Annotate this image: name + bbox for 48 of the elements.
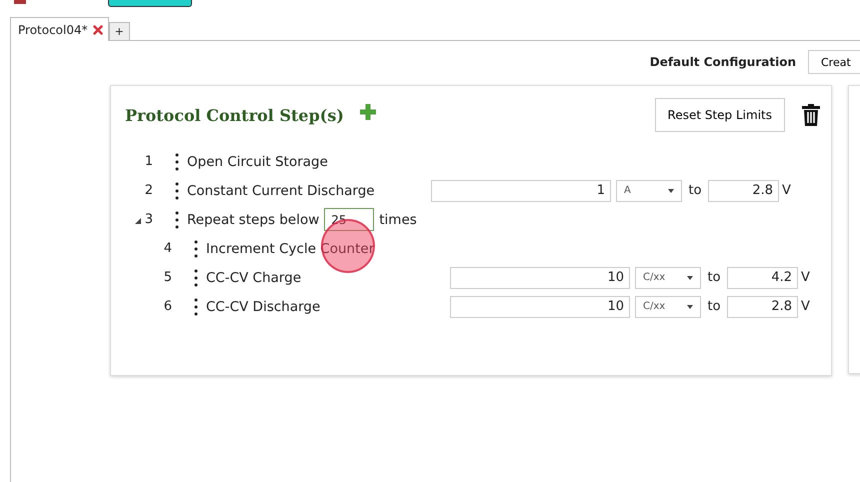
step-number: 5 bbox=[164, 270, 172, 285]
step-name: CC-CV Charge bbox=[206, 270, 302, 286]
close-icon[interactable] bbox=[92, 24, 103, 34]
unit-dropdown[interactable]: C/xx bbox=[635, 296, 701, 318]
drag-handle-icon[interactable] bbox=[175, 210, 179, 228]
unit-label: V bbox=[782, 183, 792, 198]
step-number: 1 bbox=[144, 154, 153, 169]
value-field[interactable]: 1 bbox=[431, 180, 611, 202]
to-label: to bbox=[687, 183, 703, 198]
expander-icon[interactable] bbox=[134, 218, 141, 224]
drag-handle-icon[interactable] bbox=[194, 268, 198, 286]
reset-button[interactable]: Reset Step Limits bbox=[654, 98, 785, 132]
drag-handle-icon[interactable] bbox=[194, 240, 198, 258]
unit-dropdown[interactable]: A bbox=[616, 180, 682, 202]
drag-handle-icon[interactable] bbox=[175, 182, 179, 200]
unit-label: V bbox=[801, 270, 811, 285]
drag-handle-icon[interactable] bbox=[194, 298, 198, 316]
limit-field[interactable]: 4.2 bbox=[727, 266, 798, 288]
document-tab[interactable]: + bbox=[108, 22, 130, 40]
dropdown-arrow-icon bbox=[668, 188, 674, 192]
trash-icon[interactable] bbox=[801, 103, 821, 127]
unit-label: V bbox=[801, 299, 811, 314]
step-name: Open Circuit Storage bbox=[187, 154, 328, 170]
value-field[interactable]: 10 bbox=[450, 296, 630, 318]
add-icon[interactable] bbox=[358, 102, 378, 122]
create-button[interactable]: Creat bbox=[808, 50, 860, 74]
step-name: Constant Current Discharge bbox=[187, 182, 375, 198]
to-label: to bbox=[706, 299, 722, 314]
dropdown-arrow-icon bbox=[687, 304, 693, 308]
dropdown-arrow-icon bbox=[687, 276, 693, 280]
toolbar-button[interactable] bbox=[108, 0, 192, 7]
limit-field[interactable]: 2.8 bbox=[727, 296, 798, 318]
step-name: Repeat steps below bbox=[187, 212, 320, 228]
value-field[interactable]: 10 bbox=[450, 266, 630, 288]
step-name: CC-CV Discharge bbox=[206, 298, 320, 314]
panel-title: Protocol Control Step(s) bbox=[125, 106, 344, 124]
step-number: 2 bbox=[144, 183, 153, 198]
step-name: Increment Cycle Counter bbox=[206, 240, 374, 256]
limit-field[interactable]: 2.8 bbox=[708, 180, 779, 202]
step-number: 6 bbox=[164, 299, 172, 314]
step-number: 4 bbox=[164, 241, 172, 256]
unit-dropdown[interactable]: C/xx bbox=[635, 266, 701, 288]
to-label: to bbox=[706, 270, 722, 285]
drag-handle-icon[interactable] bbox=[175, 152, 179, 170]
document-tab[interactable]: Protocol04* bbox=[10, 17, 109, 41]
times-label: times bbox=[379, 212, 417, 228]
step-number: 3 bbox=[144, 212, 153, 227]
configuration-label: Default Configuration bbox=[650, 55, 796, 69]
